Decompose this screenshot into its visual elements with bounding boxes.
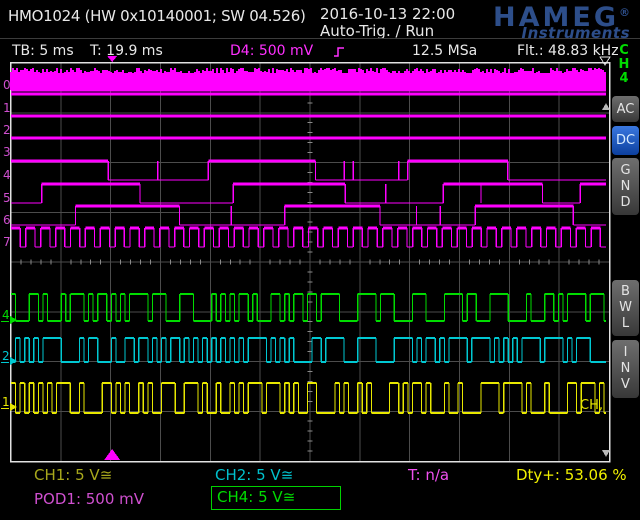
svg-text:1: 1 xyxy=(2,395,10,409)
ch1-scale-readout: CH1: 5 V≅ xyxy=(34,466,112,484)
svg-text:6: 6 xyxy=(3,213,11,227)
svg-text:2: 2 xyxy=(2,349,10,363)
inv-button-label: INV xyxy=(619,345,632,393)
coupling-dc-button[interactable]: DC xyxy=(612,126,639,155)
ac-button-label: AC xyxy=(617,102,635,117)
svg-text:5: 5 xyxy=(3,191,11,205)
bandwidth-limit-button[interactable]: BWL xyxy=(612,280,639,336)
dc-button-label: DC xyxy=(616,133,635,148)
gnd-button-label: GND xyxy=(619,163,632,211)
ch4-selected-box: CH4: 5 V≅ xyxy=(211,486,341,510)
svg-text:3: 3 xyxy=(3,145,11,159)
coupling-ac-button[interactable]: AC xyxy=(612,96,639,122)
ch4-scale-readout: CH4: 5 V≅ xyxy=(217,488,295,506)
svg-text:1: 1 xyxy=(3,101,11,115)
sidebar-channel-label: CH4 xyxy=(617,44,631,86)
svg-text:CH,: CH, xyxy=(580,398,603,413)
bwl-button-label: BWL xyxy=(619,284,632,332)
invert-button[interactable]: INV xyxy=(612,340,639,398)
svg-text:2: 2 xyxy=(3,123,11,137)
oscilloscope-screen: { "header": { "device": "HMO1024 (HW 0x1… xyxy=(0,0,640,520)
pod1-scale-readout: POD1: 500 mV xyxy=(34,490,144,508)
trigger-time-readout: T: n/a xyxy=(408,466,449,484)
svg-text:0: 0 xyxy=(3,78,11,92)
waveform-display: 0 1 2 3 4 5 6 7 4 2 1 CH, xyxy=(0,0,640,520)
coupling-gnd-button[interactable]: GND xyxy=(612,158,639,215)
duty-cycle-readout: Dty+: 53.06 % xyxy=(516,466,627,484)
svg-text:4: 4 xyxy=(2,308,10,322)
svg-text:4: 4 xyxy=(3,168,11,182)
svg-text:7: 7 xyxy=(3,235,11,249)
ch2-scale-readout: CH2: 5 V≅ xyxy=(215,466,293,484)
